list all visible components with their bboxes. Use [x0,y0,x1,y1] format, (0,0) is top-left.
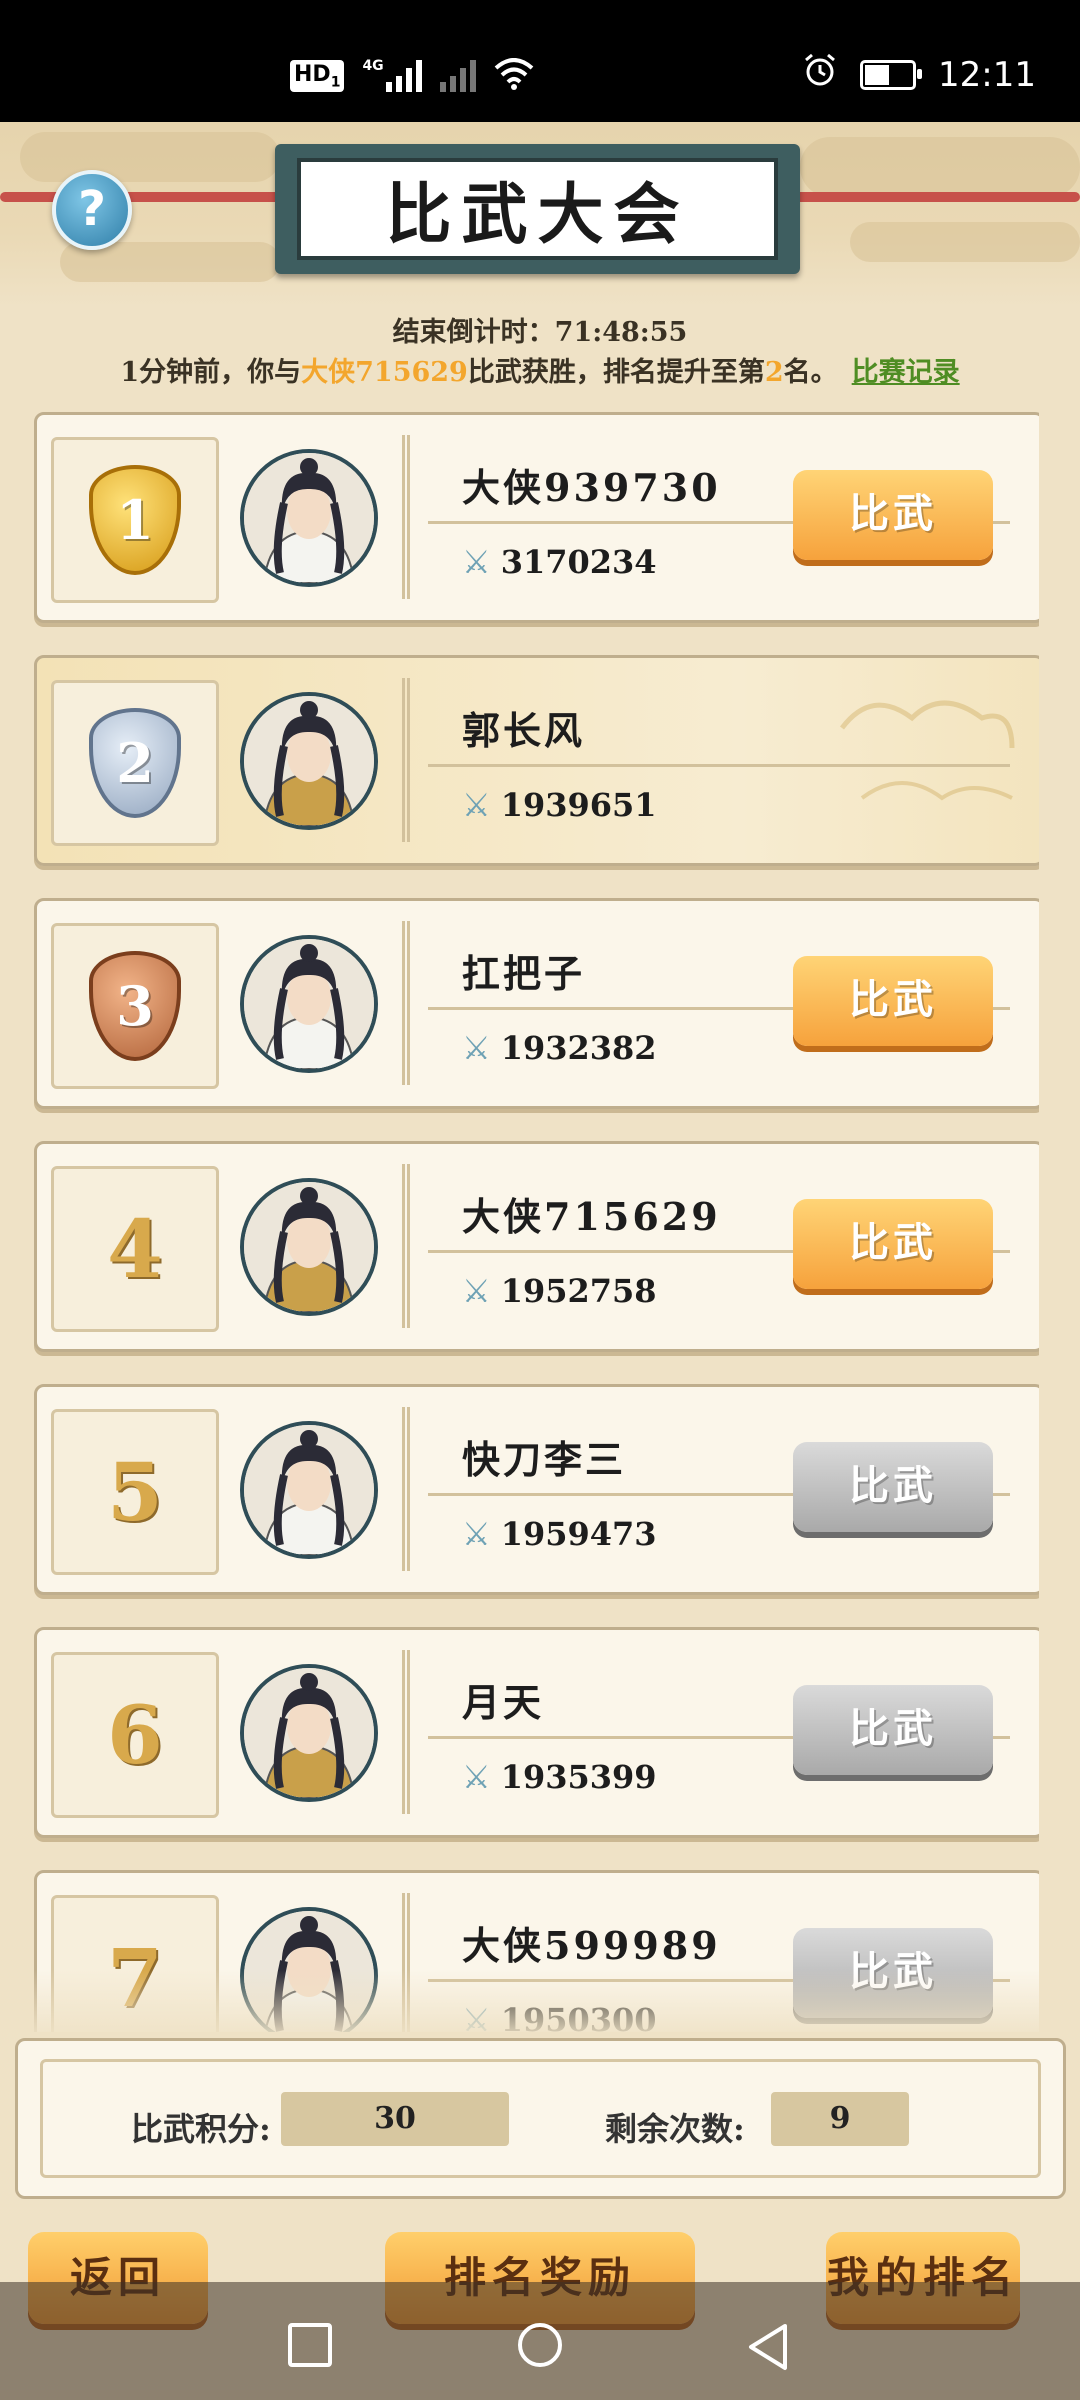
signal-icon: 4G [362,58,422,92]
ranking-row: 6 月天 ⚔ 1935399 比武 [34,1627,1039,1838]
challenge-button[interactable]: 比武 [793,1199,993,1289]
page-title: 比武大会 [385,175,690,253]
points-label: 比武积分: [131,2110,271,2148]
combat-power-value: 1959473 [500,1515,657,1553]
ranking-row: 2 郭长风 ⚔ 1939651 [34,655,1039,866]
rank-badge: 6 [51,1652,219,1818]
combat-power-value: 1939651 [500,786,657,824]
player-name: 郭长风 [462,708,586,753]
avatar[interactable] [240,935,378,1073]
combat-power: ⚔ 1959473 [462,1515,657,1553]
countdown: 结束倒计时：71:48:55 [0,310,1080,349]
avatar[interactable] [240,692,378,830]
remaining-label: 剩余次数: [605,2110,745,2148]
notice-opponent: 大侠715629 [301,357,468,388]
alarm-icon [802,52,838,97]
rank-badge: 2 [51,680,219,846]
challenge-button[interactable]: 比武 [793,1442,993,1532]
crossed-swords-icon: ⚔ [462,786,491,824]
title-plate: 比武大会 [275,144,800,274]
help-icon: ? [78,181,106,237]
combat-power: ⚔ 1935399 [462,1758,657,1796]
combat-power: ⚔ 1939651 [462,786,657,824]
rank-number: 1 [116,488,154,552]
ranking-row: 1 大侠939730 ⚔ 3170234 比武 [34,412,1039,623]
header: ? 比武大会 [0,122,1080,307]
signal-icon [439,60,476,92]
rank-badge: 3 [51,923,219,1089]
bronze-medal-icon: 3 [89,951,181,1061]
rank-number: 2 [116,731,154,795]
score-panel: 比武积分: 30 剩余次数: 9 [15,2038,1066,2199]
player-name: 快刀李三 [462,1437,627,1482]
combat-power-value: 1935399 [500,1758,657,1796]
square-icon[interactable] [287,2322,333,2372]
back-triangle-icon[interactable] [745,2322,791,2376]
avatar[interactable] [240,1421,378,1559]
countdown-label: 结束倒计时： [392,317,555,348]
notice-rank: 2 [764,357,784,388]
combat-power: ⚔ 1952758 [462,1272,657,1310]
hd-icon: HD1 [290,59,345,93]
rank-badge: 4 [51,1166,219,1332]
player-name: 大侠715629 [462,1194,721,1239]
help-button[interactable]: ? [52,170,132,250]
avatar[interactable] [240,1178,378,1316]
combat-power-value: 1952758 [500,1272,657,1310]
cloud-decoration [822,668,1022,848]
combat-power: ⚔ 1932382 [462,1029,657,1067]
ranking-row: 4 大侠715629 ⚔ 1952758 比武 [34,1141,1039,1352]
battery-icon [860,59,923,90]
circle-icon[interactable] [515,2322,565,2376]
ranking-list[interactable]: 1 大侠939730 ⚔ 3170234 比武 2 郭长风 ⚔ 1939651 3 扛把子 ⚔ 1932… [34,412,1039,2032]
rank-badge: 5 [51,1409,219,1575]
status-right: 12:11 [802,52,1036,97]
player-name: 月天 [462,1680,545,1725]
rank-badge: 1 [51,437,219,603]
combat-power-value: 3170234 [500,543,657,581]
avatar[interactable] [240,449,378,587]
ranking-row: 3 扛把子 ⚔ 1932382 比武 [34,898,1039,1109]
crossed-swords-icon: ⚔ [462,543,491,581]
ranking-row: 5 快刀李三 ⚔ 1959473 比武 [34,1384,1039,1595]
combat-power: ⚔ 3170234 [462,543,657,581]
remaining-value: 9 [771,2092,909,2146]
avatar[interactable] [240,1664,378,1802]
wifi-icon [494,58,534,94]
rank-number: 4 [107,1202,163,1296]
countdown-value: 71:48:55 [554,317,688,348]
gold-medal-icon: 1 [89,465,181,575]
combat-power-value: 1932382 [500,1029,657,1067]
crossed-swords-icon: ⚔ [462,1272,491,1310]
rank-number: 6 [107,1688,163,1782]
challenge-button[interactable]: 比武 [793,956,993,1046]
player-name: 大侠599989 [462,1923,721,1968]
points-value: 30 [281,2092,509,2146]
player-name: 扛把子 [462,951,586,996]
player-name: 大侠939730 [462,465,721,510]
rank-number: 5 [107,1445,163,1539]
crossed-swords-icon: ⚔ [462,1758,491,1796]
crossed-swords-icon: ⚔ [462,1029,491,1067]
status-bar: HD1 4G 12:11 [0,0,1080,122]
match-record-link[interactable]: 比赛记录 [852,357,960,388]
challenge-button[interactable]: 比武 [793,470,993,560]
navigation-bar [0,2282,1080,2400]
battle-notice: 1分钟前，你与大侠715629比武获胜，排名提升至第2名。 比赛记录 [120,357,960,388]
status-left: HD1 4G [290,58,534,94]
challenge-button[interactable]: 比武 [793,1685,993,1775]
clock: 12:11 [938,54,1036,95]
silver-medal-icon: 2 [89,708,181,818]
rank-number: 3 [116,974,154,1038]
crossed-swords-icon: ⚔ [462,1515,491,1553]
